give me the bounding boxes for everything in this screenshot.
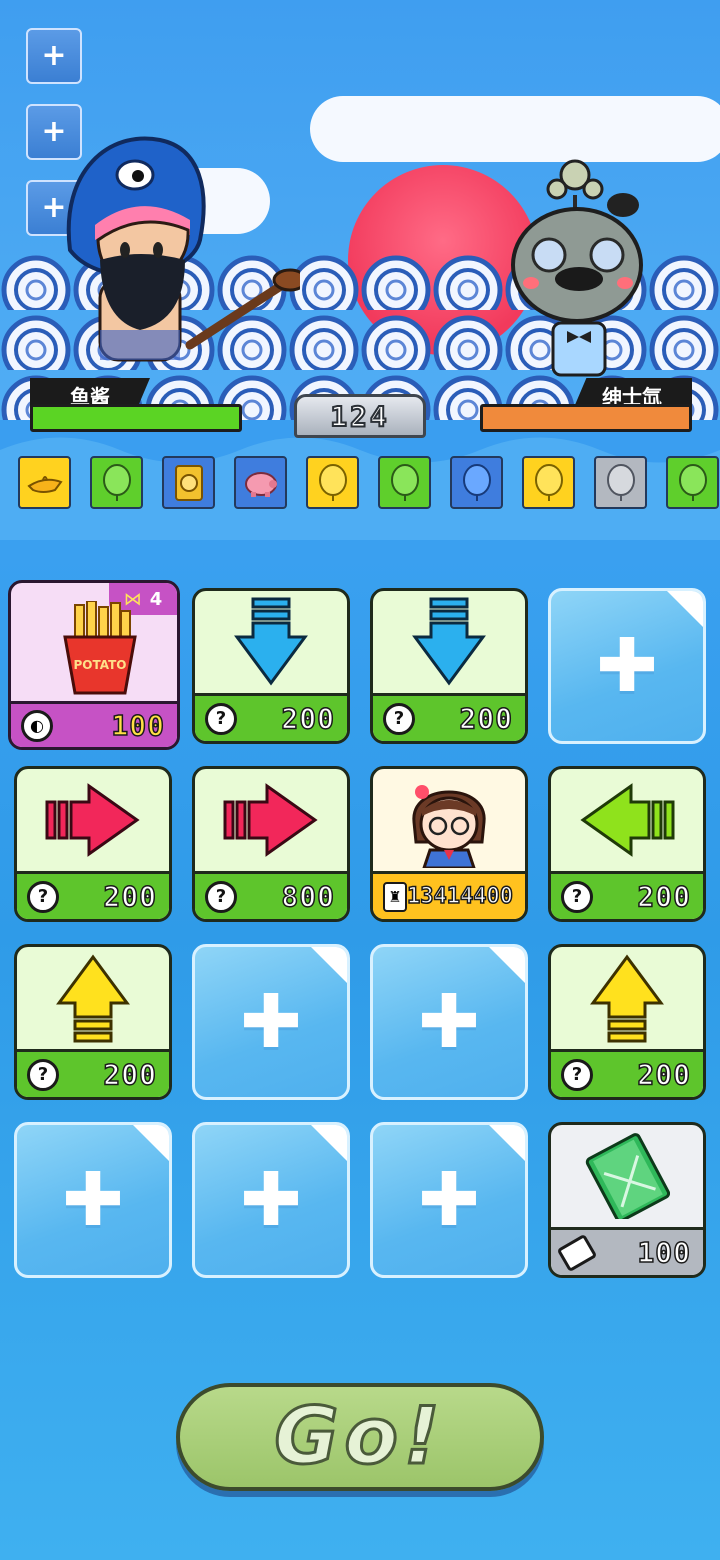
question-icon: ? — [383, 702, 415, 735]
go-button-label: Go! — [273, 1391, 446, 1484]
book-card[interactable]: 100 — [548, 1122, 706, 1278]
question-icon: ? — [205, 880, 237, 913]
arrow-right-card[interactable]: ? 800 — [192, 766, 350, 922]
plus-icon: ✚ — [239, 979, 303, 1065]
arrow-down-icon — [412, 597, 486, 686]
green-balloon-icon[interactable] — [90, 456, 143, 509]
grey-balloon-icon[interactable] — [594, 456, 647, 509]
arrow-up-icon — [590, 954, 664, 1043]
plus-icon: + — [41, 38, 67, 73]
plus-icon: ✚ — [239, 1157, 303, 1243]
chemistry-book-icon — [585, 1133, 670, 1219]
bread-icon: ◐ — [21, 709, 53, 742]
empty-slot[interactable]: ✚ — [192, 944, 350, 1100]
turn-counter: 124 — [294, 394, 426, 438]
arrow-down-card[interactable]: ? 200 — [370, 588, 528, 744]
player-hp-bar — [30, 404, 242, 432]
arrow-right-icon — [223, 783, 318, 857]
arrow-up-icon — [56, 954, 130, 1043]
arrow-up-card[interactable]: ? 200 — [548, 944, 706, 1100]
battle-scene: + + + 鱼酱 绅士氙 124 — [0, 0, 720, 540]
piggy-bank-icon[interactable] — [234, 456, 287, 509]
empty-slot[interactable]: ✚ — [370, 1122, 528, 1278]
card-footer: ? 200 — [17, 871, 169, 919]
shark-hood-hero — [66, 136, 300, 362]
green-balloon-icon[interactable] — [666, 456, 719, 509]
arrow-down-icon — [234, 597, 308, 686]
card-footer: ◐ 100 — [11, 701, 177, 747]
card-footer: ? 800 — [195, 871, 347, 919]
empty-slot[interactable]: ✚ — [14, 1122, 172, 1278]
character-card[interactable]: ♜ 13414400 — [370, 766, 528, 922]
svg-text:POTATO: POTATO — [74, 658, 127, 672]
yellow-balloon-icon[interactable] — [306, 456, 359, 509]
card-footer: 100 — [551, 1227, 703, 1275]
plus-icon: ✚ — [417, 979, 481, 1065]
arrow-up-card[interactable]: ? 200 — [14, 944, 172, 1100]
question-icon: ? — [561, 1058, 593, 1091]
fries-card[interactable]: ⋈ 4 POTATO ◐ 100 — [8, 580, 180, 750]
empty-slot[interactable]: ✚ — [548, 588, 706, 744]
inventory-strip — [18, 456, 719, 509]
empty-slot[interactable]: ✚ — [192, 1122, 350, 1278]
cloud — [310, 96, 720, 162]
trophy-icon: ♜ — [383, 881, 408, 912]
question-icon: ? — [561, 880, 593, 913]
plus-icon: ✚ — [595, 623, 659, 709]
empty-slot[interactable]: ✚ — [370, 944, 528, 1100]
arrow-right-card[interactable]: ? 200 — [14, 766, 172, 922]
arrow-left-card[interactable]: ? 200 — [548, 766, 706, 922]
magic-lamp-icon[interactable] — [18, 456, 71, 509]
go-button[interactable]: Go! — [176, 1383, 544, 1491]
card-footer: ♜ 13414400 — [373, 871, 525, 919]
arrow-down-card[interactable]: ? 200 — [192, 588, 350, 744]
card-footer: ? 200 — [551, 871, 703, 919]
arrow-left-icon — [580, 783, 675, 857]
yellow-balloon-icon[interactable] — [522, 456, 575, 509]
question-icon: ? — [27, 880, 59, 913]
side-add-button[interactable]: + — [26, 28, 82, 84]
girl-avatar-icon — [412, 785, 486, 868]
blue-balloon-icon[interactable] — [450, 456, 503, 509]
plus-icon: ✚ — [61, 1157, 125, 1243]
arrow-right-icon — [45, 783, 140, 857]
eraser-icon — [556, 1233, 598, 1272]
golden-frame-icon[interactable] — [162, 456, 215, 509]
card-footer: ? 200 — [195, 693, 347, 741]
card-footer: ? 200 — [373, 693, 525, 741]
green-balloon-icon[interactable] — [378, 456, 431, 509]
question-icon: ? — [205, 702, 237, 735]
question-icon: ? — [27, 1058, 59, 1091]
french-fries-icon: POTATO — [63, 601, 137, 695]
gentleman-enemy — [511, 159, 643, 377]
plus-icon: ✚ — [417, 1157, 481, 1243]
card-footer: ? 200 — [551, 1049, 703, 1097]
card-footer: ? 200 — [17, 1049, 169, 1097]
enemy-hp-bar — [480, 404, 692, 432]
